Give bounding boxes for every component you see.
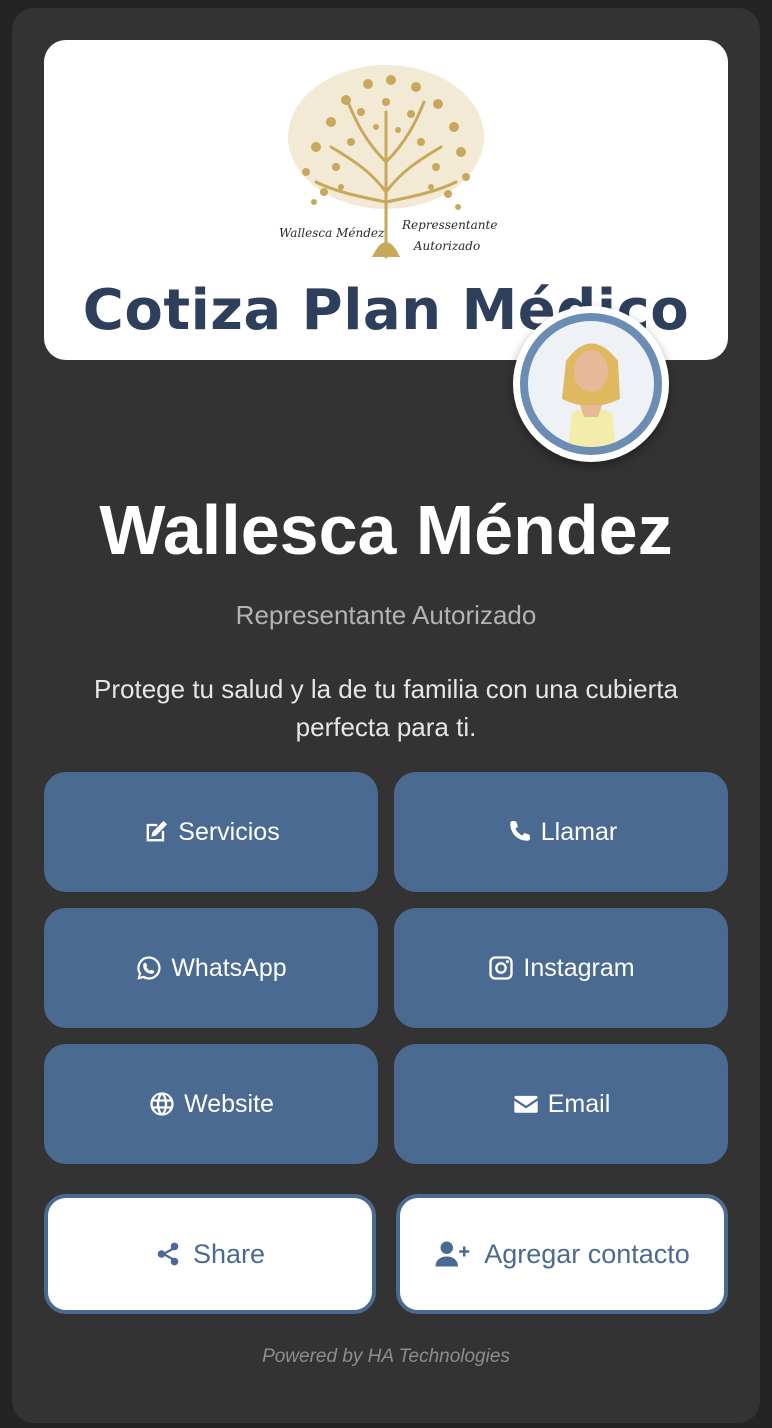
powered-by-footer: Powered by HA Technologies [262, 1346, 510, 1367]
globe-icon [150, 1092, 174, 1116]
profile-role: Representante Autorizado [235, 600, 537, 630]
llamar-button[interactable]: Llamar [394, 772, 728, 892]
website-button[interactable]: Website [44, 1044, 378, 1164]
profile-bio: Protege tu salud y la de tu familia con … [94, 674, 678, 742]
whatsapp-label: WhatsApp [171, 953, 287, 982]
whatsapp-button[interactable]: WhatsApp [44, 908, 378, 1028]
logo-title-line2: Autorizado [413, 239, 481, 253]
logo-title: Repressentante Autorizado [402, 215, 498, 257]
share-button[interactable]: Share [44, 1194, 376, 1314]
user-plus-icon [435, 1241, 470, 1267]
logo-title-line1: Repressentante [402, 218, 498, 232]
profile-card: Wallesca Méndez Repressentante Autorizad… [12, 8, 760, 1423]
profile-name: Wallesca Méndez [99, 491, 673, 569]
llamar-label: Llamar [540, 817, 618, 846]
email-label: Email [547, 1089, 611, 1118]
avatar [513, 306, 669, 462]
add-contact-label: Agregar contacto [484, 1238, 690, 1269]
share-icon [157, 1242, 179, 1266]
avatar-ring [520, 313, 662, 455]
servicios-button[interactable]: Servicios [44, 772, 378, 892]
phone-icon [510, 820, 530, 841]
avatar-photo [528, 321, 654, 447]
person-portrait-icon [562, 343, 620, 447]
servicios-label: Servicios [178, 817, 280, 846]
header-banner: Wallesca Méndez Repressentante Autorizad… [44, 40, 728, 360]
edit-icon [146, 820, 168, 842]
share-label: Share [192, 1238, 266, 1269]
instagram-icon [489, 956, 514, 980]
logo-name: Wallesca Méndez [279, 226, 385, 240]
website-label: Website [184, 1089, 274, 1118]
instagram-label: Instagram [523, 953, 635, 982]
instagram-button[interactable]: Instagram [394, 908, 728, 1028]
email-button[interactable]: Email [394, 1044, 728, 1164]
add-contact-button[interactable]: Agregar contacto [396, 1194, 728, 1314]
envelope-icon [514, 1095, 538, 1113]
whatsapp-icon [137, 956, 161, 980]
